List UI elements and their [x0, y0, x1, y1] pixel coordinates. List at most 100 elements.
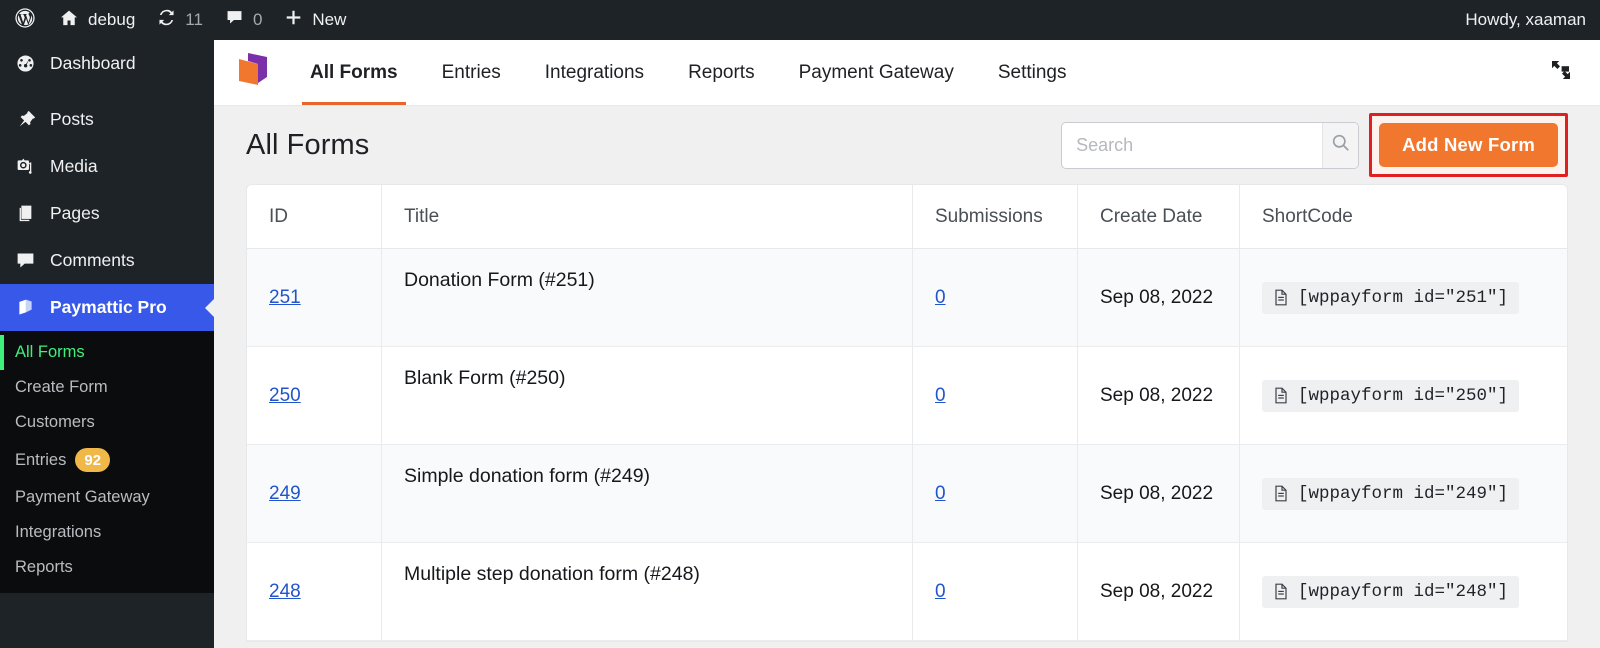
shortcode-text: [wppayform id="250"] — [1298, 385, 1509, 406]
sidebar-separator — [0, 87, 214, 96]
document-copy-icon — [1273, 289, 1289, 306]
media-icon — [13, 155, 37, 179]
form-title: Multiple step donation form (#248) — [404, 563, 700, 585]
document-copy-icon — [1273, 485, 1289, 502]
sidebar-item-label: Comments — [50, 250, 135, 270]
tab-label: Settings — [997, 61, 1067, 83]
fullscreen-expand-button[interactable] — [1546, 58, 1576, 88]
sidebar-item-media[interactable]: Media — [0, 143, 214, 190]
comments-button[interactable]: 0 — [214, 0, 273, 40]
sidebar-item-dashboard[interactable]: Dashboard — [0, 40, 214, 87]
form-id-link[interactable]: 248 — [269, 581, 301, 603]
search-icon — [1330, 132, 1351, 158]
tab-settings[interactable]: Settings — [976, 40, 1089, 105]
shortcode-text: [wppayform id="248"] — [1298, 581, 1509, 602]
table-body: 251 Donation Form (#251) 0 Sep 08, 2022 — [247, 249, 1567, 641]
submissions-link[interactable]: 0 — [935, 581, 946, 603]
sidebar-item-posts[interactable]: Posts — [0, 96, 214, 143]
column-header-submissions: Submissions — [913, 185, 1078, 248]
tab-all-forms[interactable]: All Forms — [288, 40, 420, 105]
add-new-form-button[interactable]: Add New Form — [1379, 123, 1558, 167]
paymattic-logo-icon — [236, 51, 270, 94]
sidebar-item-reports[interactable]: Reports — [0, 550, 214, 585]
sidebar-submenu: All Forms Create Form Customers Entries … — [0, 331, 214, 593]
updates-button[interactable]: 11 — [146, 0, 214, 40]
sidebar-item-label: Paymattic Pro — [50, 297, 167, 317]
tab-entries[interactable]: Entries — [420, 40, 523, 105]
tab-label: All Forms — [310, 61, 398, 83]
sidebar-item-label: Reports — [15, 558, 73, 576]
form-title: Simple donation form (#249) — [404, 465, 651, 487]
column-header-title: Title — [382, 185, 913, 248]
shortcode-chip[interactable]: [wppayform id="248"] — [1262, 575, 1520, 608]
tab-label: Reports — [688, 61, 755, 83]
sidebar-item-label: Dashboard — [50, 53, 136, 73]
shortcode-chip[interactable]: [wppayform id="251"] — [1262, 281, 1520, 314]
cell-id: 249 — [247, 445, 382, 542]
table-row[interactable]: 248 Multiple step donation form (#248) 0… — [247, 543, 1567, 641]
form-id-link[interactable]: 249 — [269, 483, 301, 505]
shortcode-text: [wppayform id="249"] — [1298, 483, 1509, 504]
cell-title: Simple donation form (#249) — [382, 445, 913, 542]
tab-reports[interactable]: Reports — [666, 40, 777, 105]
cell-submissions: 0 — [913, 347, 1078, 444]
admin-bar-left: debug 11 0 New — [0, 0, 357, 40]
column-header-id: ID — [247, 185, 382, 248]
updates-count: 11 — [185, 10, 203, 29]
sidebar-item-pages[interactable]: Pages — [0, 190, 214, 237]
search-button[interactable] — [1322, 122, 1359, 168]
sidebar-item-payment-gateway[interactable]: Payment Gateway — [0, 480, 214, 515]
table-row[interactable]: 249 Simple donation form (#249) 0 Sep 08… — [247, 445, 1567, 543]
sidebar-item-create-form[interactable]: Create Form — [0, 370, 214, 405]
submissions-link[interactable]: 0 — [935, 483, 946, 505]
sidebar-item-entries[interactable]: Entries 92 — [0, 440, 214, 480]
tab-integrations[interactable]: Integrations — [523, 40, 666, 105]
sidebar-item-paymattic-pro[interactable]: Paymattic Pro — [0, 284, 214, 331]
shortcode-chip[interactable]: [wppayform id="249"] — [1262, 477, 1520, 510]
fullscreen-expand-icon — [1549, 58, 1573, 87]
sidebar-item-customers[interactable]: Customers — [0, 405, 214, 440]
howdy-greeting[interactable]: Howdy, xaaman — [1465, 10, 1586, 30]
site-name-button[interactable]: debug — [48, 0, 146, 40]
cell-shortcode: [wppayform id="248"] — [1240, 543, 1567, 640]
document-copy-icon — [1273, 387, 1289, 404]
shortcode-chip[interactable]: [wppayform id="250"] — [1262, 379, 1520, 412]
sidebar-item-integrations[interactable]: Integrations — [0, 515, 214, 550]
admin-sidebar: Dashboard Posts Media Pages Comments Pay… — [0, 40, 214, 648]
sidebar-item-label: Integrations — [15, 523, 102, 541]
table-row[interactable]: 250 Blank Form (#250) 0 Sep 08, 2022 [wp… — [247, 347, 1567, 445]
sidebar-item-all-forms[interactable]: All Forms — [0, 335, 214, 370]
cell-shortcode: [wppayform id="250"] — [1240, 347, 1567, 444]
add-new-form-highlight: Add New Form — [1369, 113, 1568, 177]
search-input[interactable] — [1062, 122, 1323, 168]
column-header-create-date: Create Date — [1078, 185, 1240, 248]
form-id-link[interactable]: 251 — [269, 287, 301, 309]
admin-bar-right: Howdy, xaaman — [1465, 10, 1600, 30]
home-icon — [59, 8, 79, 33]
search-box[interactable] — [1061, 121, 1360, 169]
cell-create-date: Sep 08, 2022 — [1078, 249, 1240, 346]
sidebar-item-label: All Forms — [15, 343, 85, 361]
main-content: All Forms Entries Integrations Reports P… — [214, 40, 1600, 648]
cell-id: 250 — [247, 347, 382, 444]
tab-payment-gateway[interactable]: Payment Gateway — [777, 40, 976, 105]
wordpress-logo-button[interactable] — [0, 0, 48, 40]
create-date: Sep 08, 2022 — [1100, 286, 1214, 308]
paymattic-brand[interactable] — [214, 40, 288, 105]
sidebar-item-comments[interactable]: Comments — [0, 237, 214, 284]
cell-create-date: Sep 08, 2022 — [1078, 347, 1240, 444]
sidebar-item-label: Pages — [50, 203, 100, 223]
forms-table: ID Title Submissions Create Date ShortCo… — [246, 184, 1568, 642]
table-row[interactable]: 251 Donation Form (#251) 0 Sep 08, 2022 — [247, 249, 1567, 347]
cell-shortcode: [wppayform id="251"] — [1240, 249, 1567, 346]
top-nav-right — [1546, 40, 1600, 105]
new-content-button[interactable]: New — [273, 0, 357, 40]
submissions-link[interactable]: 0 — [935, 385, 946, 407]
form-id-link[interactable]: 250 — [269, 385, 301, 407]
cell-create-date: Sep 08, 2022 — [1078, 445, 1240, 542]
cell-id: 248 — [247, 543, 382, 640]
pin-icon — [13, 108, 37, 132]
paymattic-icon — [13, 296, 37, 320]
create-date: Sep 08, 2022 — [1100, 384, 1214, 406]
submissions-link[interactable]: 0 — [935, 287, 946, 309]
